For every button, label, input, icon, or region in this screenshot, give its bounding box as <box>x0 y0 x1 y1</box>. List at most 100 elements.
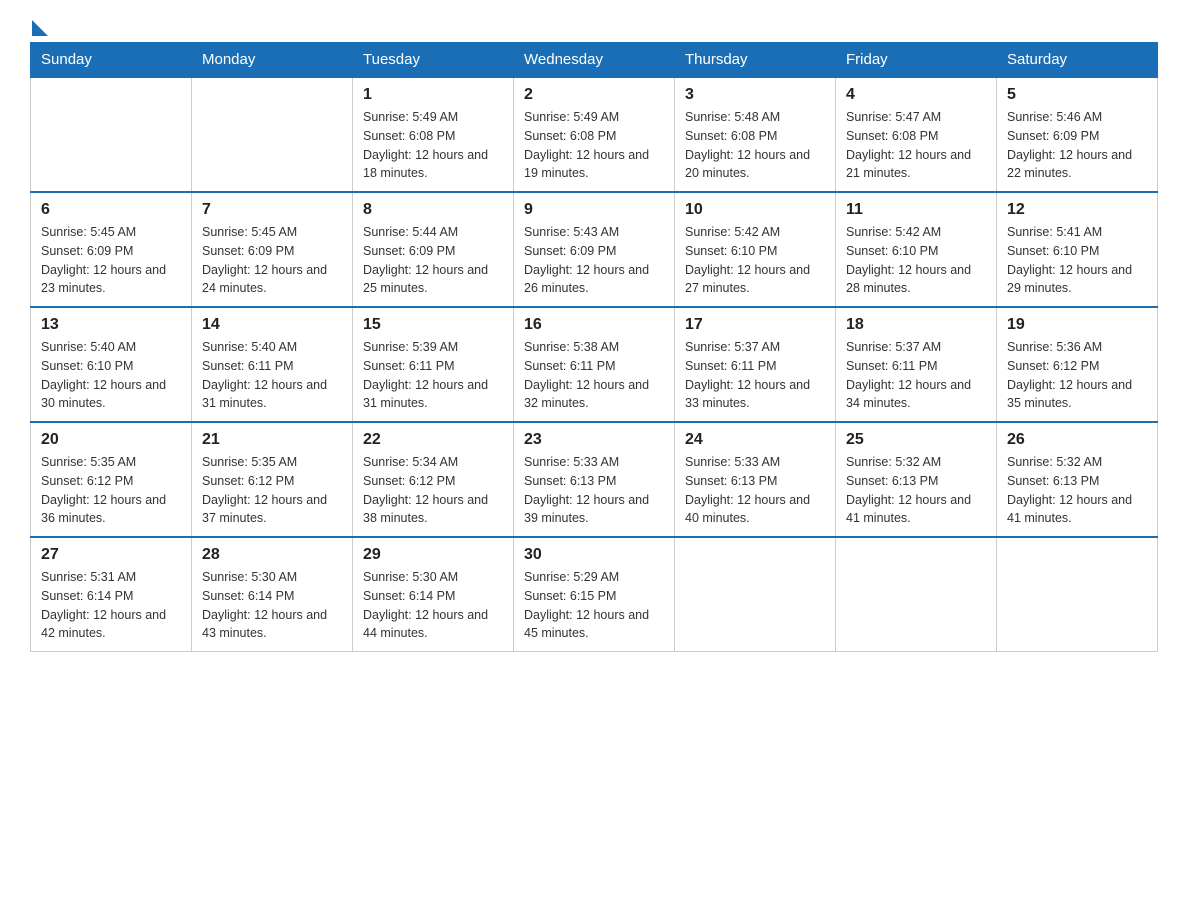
day-info: Sunrise: 5:42 AMSunset: 6:10 PMDaylight:… <box>846 223 986 298</box>
day-info: Sunrise: 5:40 AMSunset: 6:10 PMDaylight:… <box>41 338 181 413</box>
weekday-header-friday: Friday <box>836 43 997 78</box>
day-info: Sunrise: 5:49 AMSunset: 6:08 PMDaylight:… <box>363 108 503 183</box>
calendar-table: SundayMondayTuesdayWednesdayThursdayFrid… <box>30 42 1158 652</box>
day-number: 21 <box>202 431 342 449</box>
logo <box>30 20 48 32</box>
day-number: 8 <box>363 201 503 219</box>
day-cell-27: 27 Sunrise: 5:31 AMSunset: 6:14 PMDayligh… <box>31 537 192 652</box>
day-number: 7 <box>202 201 342 219</box>
day-cell-21: 21 Sunrise: 5:35 AMSunset: 6:12 PMDayligh… <box>192 422 353 537</box>
day-info: Sunrise: 5:30 AMSunset: 6:14 PMDaylight:… <box>363 568 503 643</box>
day-info: Sunrise: 5:41 AMSunset: 6:10 PMDaylight:… <box>1007 223 1147 298</box>
empty-cell <box>836 537 997 652</box>
day-info: Sunrise: 5:45 AMSunset: 6:09 PMDaylight:… <box>41 223 181 298</box>
day-cell-22: 22Sunrise: 5:34 AMSunset: 6:12 PMDayligh… <box>353 422 514 537</box>
day-info: Sunrise: 5:49 AMSunset: 6:08 PMDaylight:… <box>524 108 664 183</box>
day-info: Sunrise: 5:43 AMSunset: 6:09 PMDaylight:… <box>524 223 664 298</box>
day-info: Sunrise: 5:37 AMSunset: 6:11 PMDaylight:… <box>685 338 825 413</box>
day-cell-12: 12Sunrise: 5:41 AMSunset: 6:10 PMDayligh… <box>997 192 1158 307</box>
day-info: Sunrise: 5:46 AMSunset: 6:09 PMDaylight:… <box>1007 108 1147 183</box>
empty-cell <box>192 77 353 192</box>
weekday-header-sunday: Sunday <box>31 43 192 78</box>
weekday-header-saturday: Saturday <box>997 43 1158 78</box>
day-number: 29 <box>363 546 503 564</box>
day-number: 14 <box>202 316 342 334</box>
day-info: Sunrise: 5:30 AMSunset: 6:14 PMDaylight:… <box>202 568 342 643</box>
day-number: 24 <box>685 431 825 449</box>
day-number: 28 <box>202 546 342 564</box>
day-info: Sunrise: 5:38 AMSunset: 6:11 PMDaylight:… <box>524 338 664 413</box>
day-info: Sunrise: 5:45 AMSunset: 6:09 PMDaylight:… <box>202 223 342 298</box>
day-info: Sunrise: 5:42 AMSunset: 6:10 PMDaylight:… <box>685 223 825 298</box>
day-cell-7: 7 Sunrise: 5:45 AMSunset: 6:09 PMDaylight… <box>192 192 353 307</box>
day-cell-17: 17 Sunrise: 5:37 AMSunset: 6:11 PMDayligh… <box>675 307 836 422</box>
page-header <box>30 20 1158 32</box>
day-number: 6 <box>41 201 181 219</box>
day-cell-10: 10 Sunrise: 5:42 AMSunset: 6:10 PMDayligh… <box>675 192 836 307</box>
calendar-header-row: SundayMondayTuesdayWednesdayThursdayFrid… <box>31 43 1158 78</box>
day-number: 5 <box>1007 86 1147 104</box>
day-info: Sunrise: 5:31 AMSunset: 6:14 PMDaylight:… <box>41 568 181 643</box>
day-info: Sunrise: 5:48 AMSunset: 6:08 PMDaylight:… <box>685 108 825 183</box>
empty-cell <box>997 537 1158 652</box>
calendar-week-4: 20 Sunrise: 5:35 AMSunset: 6:12 PMDayligh… <box>31 422 1158 537</box>
day-number: 3 <box>685 86 825 104</box>
day-cell-2: 2 Sunrise: 5:49 AMSunset: 6:08 PMDaylight… <box>514 77 675 192</box>
day-number: 10 <box>685 201 825 219</box>
day-cell-3: 3 Sunrise: 5:48 AMSunset: 6:08 PMDaylight… <box>675 77 836 192</box>
day-number: 1 <box>363 86 503 104</box>
day-cell-11: 11 Sunrise: 5:42 AMSunset: 6:10 PMDayligh… <box>836 192 997 307</box>
day-number: 11 <box>846 201 986 219</box>
day-cell-4: 4 Sunrise: 5:47 AMSunset: 6:08 PMDaylight… <box>836 77 997 192</box>
weekday-header-monday: Monday <box>192 43 353 78</box>
day-number: 9 <box>524 201 664 219</box>
day-cell-24: 24 Sunrise: 5:33 AMSunset: 6:13 PMDayligh… <box>675 422 836 537</box>
calendar-week-1: 1 Sunrise: 5:49 AMSunset: 6:08 PMDaylight… <box>31 77 1158 192</box>
day-info: Sunrise: 5:33 AMSunset: 6:13 PMDaylight:… <box>685 453 825 528</box>
day-info: Sunrise: 5:33 AMSunset: 6:13 PMDaylight:… <box>524 453 664 528</box>
day-number: 17 <box>685 316 825 334</box>
day-cell-6: 6 Sunrise: 5:45 AMSunset: 6:09 PMDaylight… <box>31 192 192 307</box>
day-cell-26: 26Sunrise: 5:32 AMSunset: 6:13 PMDayligh… <box>997 422 1158 537</box>
day-cell-28: 28 Sunrise: 5:30 AMSunset: 6:14 PMDayligh… <box>192 537 353 652</box>
day-info: Sunrise: 5:36 AMSunset: 6:12 PMDaylight:… <box>1007 338 1147 413</box>
day-number: 23 <box>524 431 664 449</box>
day-info: Sunrise: 5:32 AMSunset: 6:13 PMDaylight:… <box>1007 453 1147 528</box>
day-number: 20 <box>41 431 181 449</box>
day-number: 2 <box>524 86 664 104</box>
day-number: 15 <box>363 316 503 334</box>
day-cell-20: 20 Sunrise: 5:35 AMSunset: 6:12 PMDayligh… <box>31 422 192 537</box>
logo-triangle-icon <box>32 20 48 36</box>
day-number: 19 <box>1007 316 1147 334</box>
empty-cell <box>31 77 192 192</box>
day-cell-18: 18 Sunrise: 5:37 AMSunset: 6:11 PMDayligh… <box>836 307 997 422</box>
weekday-header-wednesday: Wednesday <box>514 43 675 78</box>
day-number: 13 <box>41 316 181 334</box>
weekday-header-thursday: Thursday <box>675 43 836 78</box>
day-info: Sunrise: 5:47 AMSunset: 6:08 PMDaylight:… <box>846 108 986 183</box>
weekday-header-tuesday: Tuesday <box>353 43 514 78</box>
calendar-week-3: 13 Sunrise: 5:40 AMSunset: 6:10 PMDayligh… <box>31 307 1158 422</box>
day-info: Sunrise: 5:44 AMSunset: 6:09 PMDaylight:… <box>363 223 503 298</box>
day-cell-9: 9 Sunrise: 5:43 AMSunset: 6:09 PMDaylight… <box>514 192 675 307</box>
day-cell-5: 5 Sunrise: 5:46 AMSunset: 6:09 PMDaylight… <box>997 77 1158 192</box>
day-cell-16: 16Sunrise: 5:38 AMSunset: 6:11 PMDayligh… <box>514 307 675 422</box>
day-cell-30: 30Sunrise: 5:29 AMSunset: 6:15 PMDayligh… <box>514 537 675 652</box>
day-number: 27 <box>41 546 181 564</box>
day-cell-13: 13 Sunrise: 5:40 AMSunset: 6:10 PMDayligh… <box>31 307 192 422</box>
day-cell-19: 19 Sunrise: 5:36 AMSunset: 6:12 PMDayligh… <box>997 307 1158 422</box>
day-number: 25 <box>846 431 986 449</box>
day-info: Sunrise: 5:29 AMSunset: 6:15 PMDaylight:… <box>524 568 664 643</box>
empty-cell <box>675 537 836 652</box>
day-cell-8: 8 Sunrise: 5:44 AMSunset: 6:09 PMDaylight… <box>353 192 514 307</box>
day-cell-1: 1 Sunrise: 5:49 AMSunset: 6:08 PMDaylight… <box>353 77 514 192</box>
day-cell-14: 14Sunrise: 5:40 AMSunset: 6:11 PMDayligh… <box>192 307 353 422</box>
day-cell-25: 25Sunrise: 5:32 AMSunset: 6:13 PMDayligh… <box>836 422 997 537</box>
day-number: 4 <box>846 86 986 104</box>
day-info: Sunrise: 5:35 AMSunset: 6:12 PMDaylight:… <box>202 453 342 528</box>
day-info: Sunrise: 5:35 AMSunset: 6:12 PMDaylight:… <box>41 453 181 528</box>
calendar-week-2: 6 Sunrise: 5:45 AMSunset: 6:09 PMDaylight… <box>31 192 1158 307</box>
day-number: 18 <box>846 316 986 334</box>
day-info: Sunrise: 5:37 AMSunset: 6:11 PMDaylight:… <box>846 338 986 413</box>
day-info: Sunrise: 5:39 AMSunset: 6:11 PMDaylight:… <box>363 338 503 413</box>
